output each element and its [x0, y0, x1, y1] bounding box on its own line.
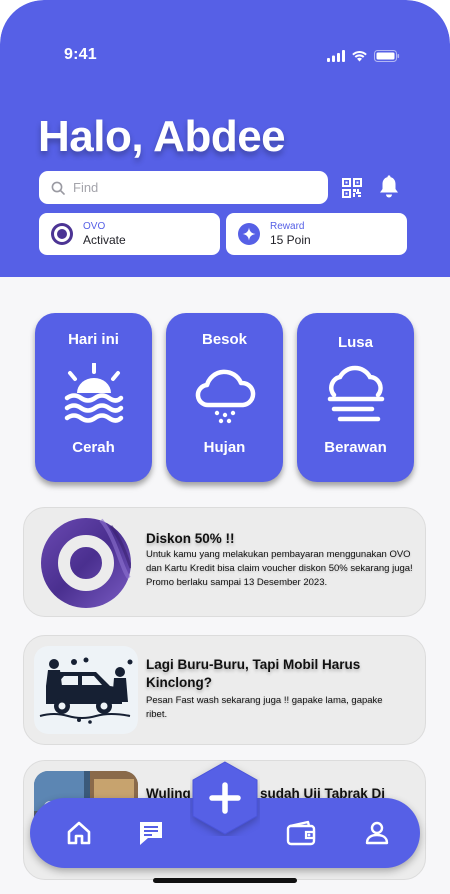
- header: 9:41 Halo, Abdee Find OVO Activate Rewar…: [0, 0, 450, 277]
- wallet-icon[interactable]: [286, 820, 316, 846]
- profile-icon[interactable]: [364, 820, 390, 846]
- weather-card-today[interactable]: Hari ini Cerah: [35, 313, 152, 482]
- search-input[interactable]: Find: [39, 171, 328, 204]
- ovo-promo-image: [41, 518, 131, 608]
- cloud-rain-icon: [195, 369, 255, 424]
- ovo-value: Activate: [83, 233, 126, 247]
- chat-icon[interactable]: [138, 819, 164, 847]
- search-placeholder: Find: [73, 180, 99, 195]
- weather-condition: Hujan: [203, 439, 246, 456]
- search-icon: [51, 181, 65, 195]
- home-icon[interactable]: [66, 820, 92, 846]
- weather-card-tomorrow[interactable]: Besok Hujan: [166, 313, 283, 482]
- reward-star-icon: [238, 223, 260, 245]
- cloud-fog-icon: [327, 365, 384, 422]
- ovo-logo-icon: [51, 223, 73, 245]
- weather-card-day-after[interactable]: Lusa Berawan: [297, 313, 414, 482]
- sun-waves-icon: [64, 363, 123, 423]
- qr-code-icon[interactable]: [342, 178, 362, 198]
- weather-condition: Berawan: [324, 439, 387, 456]
- promo-title: Lagi Buru-Buru, Tapi Mobil Harus Kinclon…: [146, 657, 361, 690]
- reward-button[interactable]: Reward 15 Poin: [226, 213, 407, 255]
- greeting-title: Halo, Abdee: [38, 112, 286, 161]
- weather-day: Besok: [201, 331, 248, 348]
- ovo-label: OVO: [83, 221, 106, 232]
- reward-label: Reward: [270, 221, 305, 232]
- promo-description: Untuk kamu yang melakukan pembayaran men…: [146, 549, 413, 588]
- promo-description: Pesan Fast wash sekarang juga !! gapake …: [146, 695, 383, 720]
- wifi-icon: [352, 51, 367, 62]
- promo-card-car-wash[interactable]: Lagi Buru-Buru, Tapi Mobil Harus Kinclon…: [23, 635, 426, 745]
- promo-title: Diskon 50% !!: [146, 531, 235, 546]
- phone-screen: 9:41 Halo, Abdee Find OVO Activate Rewar…: [0, 0, 450, 894]
- notification-bell-icon[interactable]: [378, 175, 400, 199]
- ovo-activate-button[interactable]: OVO Activate: [39, 213, 220, 255]
- battery-icon: [374, 50, 400, 62]
- home-indicator[interactable]: [153, 878, 297, 883]
- status-time: 9:41: [64, 46, 97, 63]
- promo-card-discount[interactable]: Diskon 50% !! Untuk kamu yang melakukan …: [23, 507, 426, 617]
- reward-value: 15 Poin: [270, 233, 311, 247]
- car-wash-image: [34, 646, 138, 734]
- weather-day: Hari ini: [68, 331, 119, 348]
- signal-icon: [327, 50, 345, 62]
- weather-day: Lusa: [337, 334, 373, 351]
- status-icons: [327, 50, 400, 62]
- weather-condition: Cerah: [72, 439, 115, 456]
- add-button[interactable]: [190, 760, 260, 836]
